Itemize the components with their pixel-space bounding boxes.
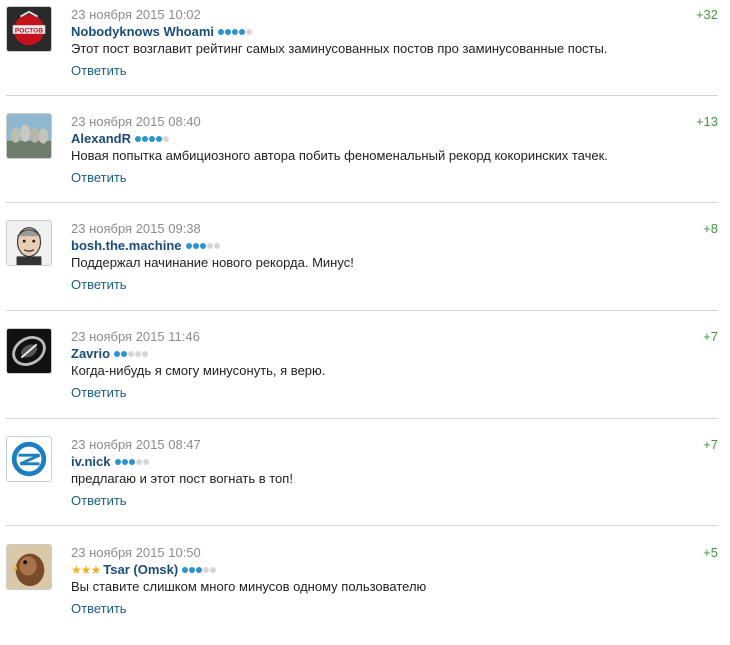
avatar[interactable] [6, 544, 52, 590]
user-rank-dots [218, 28, 252, 35]
avatar[interactable] [6, 328, 52, 374]
user-stars-icon: ★★★ [71, 562, 101, 577]
user-rank-dots [114, 350, 149, 357]
username[interactable]: iv.nick [71, 454, 111, 469]
avatar[interactable] [6, 220, 52, 266]
cartoon-face-icon [7, 221, 51, 265]
divider [6, 525, 718, 526]
comment-item: 23 ноября 2015 11:46 Zavrio Когда-нибудь… [0, 322, 720, 429]
comment-author[interactable]: Zavrio [71, 346, 149, 361]
comment-score: +8 [703, 221, 718, 236]
comment-date: 23 ноября 2015 08:47 [71, 437, 201, 452]
comment-score: +7 [703, 437, 718, 452]
comment-score: +7 [703, 329, 718, 344]
avatar[interactable] [6, 436, 52, 482]
comment-text: Новая попытка амбициозного автора побить… [71, 148, 608, 163]
avatar[interactable]: РОСТОВ [6, 6, 52, 52]
comment-score: +32 [695, 7, 718, 22]
comment-date: 23 ноября 2015 10:50 [71, 545, 201, 560]
comment-date: 23 ноября 2015 11:46 [71, 329, 200, 344]
comment-text: Поддержал начинание нового рекорда. Мину… [71, 255, 354, 270]
username[interactable]: Tsar (Omsk) [103, 562, 178, 577]
comment-author[interactable]: bosh.the.machine [71, 238, 220, 253]
user-rank-dots [134, 135, 169, 142]
comment-author[interactable]: Nobodyknows Whoami [71, 24, 252, 39]
divider [6, 202, 718, 203]
svg-text:РОСТОВ: РОСТОВ [15, 27, 43, 34]
comment-text: Вы ставите слишком много минусов одному … [71, 579, 427, 594]
user-rank-dots [185, 242, 220, 249]
comment-text: Когда-нибудь я смогу минусонуть, я верю. [71, 363, 326, 378]
comment-author[interactable]: AlexandR [71, 131, 169, 146]
reply-link[interactable]: Ответить [71, 493, 127, 508]
comment-date: 23 ноября 2015 09:38 [71, 221, 201, 236]
divider [6, 310, 718, 311]
comment-text: предлагаю и этот пост вогнать в топ! [71, 471, 293, 486]
comment-score: +5 [703, 545, 718, 560]
reply-link[interactable]: Ответить [71, 277, 127, 292]
username[interactable]: bosh.the.machine [71, 238, 182, 253]
username[interactable]: Zavrio [71, 346, 110, 361]
username[interactable]: AlexandR [71, 131, 131, 146]
reply-link[interactable]: Ответить [71, 170, 127, 185]
comment-date: 23 ноября 2015 10:02 [71, 7, 201, 22]
avatar[interactable] [6, 113, 52, 159]
zenit-logo-icon [7, 437, 51, 481]
divider [6, 95, 718, 96]
comment-item: РОСТОВ 23 ноября 2015 10:02 Nobodyknows … [0, 0, 720, 107]
hawk-icon [7, 545, 51, 589]
comment-score: +13 [695, 114, 718, 129]
reply-link[interactable]: Ответить [71, 385, 127, 400]
user-rank-dots [114, 458, 149, 465]
comment-date: 23 ноября 2015 08:40 [71, 114, 201, 129]
club-logo-icon: РОСТОВ [7, 7, 51, 51]
user-rank-dots [182, 566, 217, 573]
reply-link[interactable]: Ответить [71, 63, 127, 78]
reply-link[interactable]: Ответить [71, 601, 127, 616]
comment-item: 23 ноября 2015 08:40 AlexandR Новая попы… [0, 107, 720, 214]
comment-item: 23 ноября 2015 10:50 ★★★ Tsar (Omsk) Вы … [0, 538, 720, 645]
divider [6, 418, 718, 419]
comment-author[interactable]: ★★★ Tsar (Omsk) [71, 562, 217, 577]
username[interactable]: Nobodyknows Whoami [71, 24, 214, 39]
comment-text: Этот пост возглавит рейтинг самых замину… [71, 41, 608, 56]
juventus-logo-icon [7, 329, 51, 373]
comment-item: 23 ноября 2015 09:38 bosh.the.machine По… [0, 214, 720, 321]
rushmore-icon [7, 114, 51, 158]
comment-author[interactable]: iv.nick [71, 454, 149, 469]
comment-item: 23 ноября 2015 08:47 iv.nick предлагаю и… [0, 430, 720, 537]
